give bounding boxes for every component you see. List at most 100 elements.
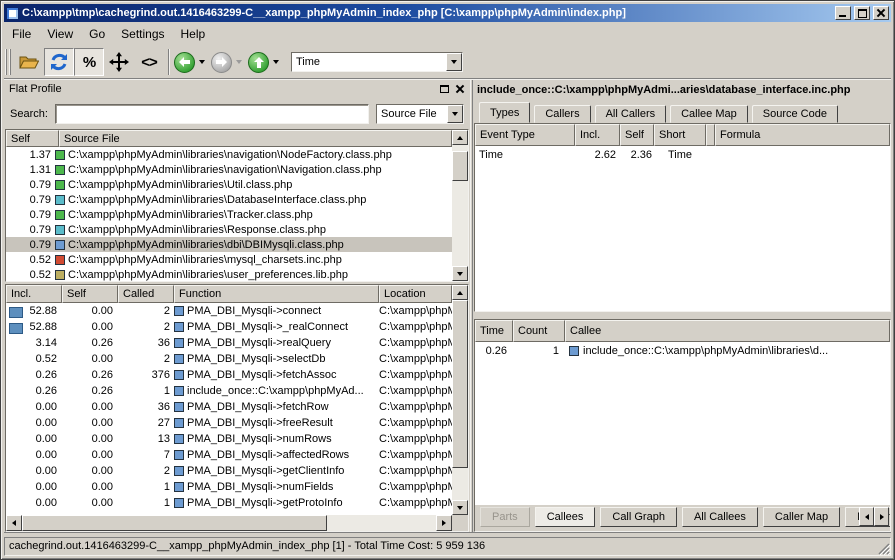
column-header-time[interactable]: Time xyxy=(475,320,513,342)
column-header-self[interactable]: Self xyxy=(62,285,118,303)
table-row[interactable]: 0.00 0.00 13 PMA_DBI_Mysqli->numRows C:\… xyxy=(6,431,452,447)
table-row[interactable]: 0.79 C:\xampp\phpMyAdmin\libraries\Respo… xyxy=(6,222,452,237)
maximize-button[interactable] xyxy=(854,6,870,20)
column-header-location[interactable]: Location xyxy=(379,285,452,303)
scrollbar-thumb[interactable] xyxy=(452,300,468,468)
scroll-right-icon[interactable] xyxy=(436,515,452,531)
table-row[interactable]: 52.88 0.00 2 PMA_DBI_Mysqli->connect C:\… xyxy=(6,303,452,319)
chevron-down-icon xyxy=(452,112,458,116)
table-row[interactable]: 0.00 0.00 27 PMA_DBI_Mysqli->freeResult … xyxy=(6,415,452,431)
table-row[interactable]: 0.79 C:\xampp\phpMyAdmin\libraries\Datab… xyxy=(6,192,452,207)
menu-item[interactable]: View xyxy=(39,24,81,44)
table-row[interactable]: 0.52 C:\xampp\phpMyAdmin\libraries\mysql… xyxy=(6,252,452,267)
menu-item[interactable]: Help xyxy=(173,24,214,44)
bottom-tab[interactable]: All Callees xyxy=(682,507,758,527)
table-row[interactable]: 0.52 C:\xampp\phpMyAdmin\libraries\user_… xyxy=(6,267,452,281)
resize-grip[interactable] xyxy=(876,541,890,555)
bottom-tab[interactable]: Caller Map xyxy=(763,507,840,527)
source-file-icon xyxy=(55,180,65,190)
toolbar-drag-handle[interactable] xyxy=(5,49,11,75)
detail-tabbar: TypesCallers All CallersCallee MapSource … xyxy=(479,102,889,123)
scrollbar-thumb[interactable] xyxy=(452,151,468,181)
location-cell: C:\xampp\phpMy xyxy=(379,481,452,493)
close-panel-icon[interactable] xyxy=(455,84,465,94)
event-type-selector[interactable]: Time xyxy=(291,52,463,72)
detail-tab[interactable]: Callers xyxy=(534,105,590,123)
up-button[interactable] xyxy=(248,52,285,73)
tab-scroll-right-icon[interactable] xyxy=(874,507,889,526)
move-button[interactable] xyxy=(104,48,134,76)
table-row[interactable]: 52.88 0.00 2 PMA_DBI_Mysqli->_realConnec… xyxy=(6,319,452,335)
bottom-tab[interactable]: Parts xyxy=(480,507,530,527)
panel-splitter[interactable] xyxy=(470,80,473,532)
column-header-incl[interactable]: Incl. xyxy=(575,124,620,146)
table-row[interactable]: 0.00 0.00 1 PMA_DBI_Mysqli->getProtoInfo… xyxy=(6,495,452,511)
scroll-down-icon[interactable] xyxy=(452,500,468,515)
column-header-function[interactable]: Function xyxy=(174,285,379,303)
scroll-down-icon[interactable] xyxy=(452,266,468,281)
table-row[interactable]: 0.52 0.00 2 PMA_DBI_Mysqli->selectDb C:\… xyxy=(6,351,452,367)
short-cell: Time xyxy=(654,149,706,161)
scrollbar-thumb[interactable] xyxy=(22,515,327,531)
table-row[interactable]: 0.79 C:\xampp\phpMyAdmin\libraries\Util.… xyxy=(6,177,452,192)
column-header-self[interactable]: Self xyxy=(6,130,59,147)
column-header-count[interactable]: Count xyxy=(513,320,565,342)
table-row[interactable]: 0.26 1 include_once::C:\xampp\phpMyAdmin… xyxy=(475,342,890,360)
close-button[interactable] xyxy=(873,6,889,20)
scroll-up-icon[interactable] xyxy=(452,285,468,300)
column-header-formula[interactable]: Formula xyxy=(715,124,890,146)
table-row[interactable]: Time 2.62 2.36 Time xyxy=(475,146,890,164)
detail-tab[interactable]: Callee Map xyxy=(670,105,748,123)
table-row[interactable]: 0.00 0.00 7 PMA_DBI_Mysqli->affectedRows… xyxy=(6,447,452,463)
detail-tab[interactable]: Types xyxy=(479,102,530,123)
up-dropdown-icon[interactable] xyxy=(273,60,279,64)
self-cost-cell: 1.37 xyxy=(6,149,55,161)
column-header-called[interactable]: Called xyxy=(118,285,174,303)
column-header-incl[interactable]: Incl. xyxy=(6,285,62,303)
table-row[interactable]: 3.14 0.26 36 PMA_DBI_Mysqli->realQuery C… xyxy=(6,335,452,351)
event-type-selector-button[interactable] xyxy=(446,53,462,71)
table-row[interactable]: 0.26 0.26 376 PMA_DBI_Mysqli->fetchAssoc… xyxy=(6,367,452,383)
detail-tab[interactable]: All Callers xyxy=(595,105,667,123)
table-row[interactable]: 1.37 C:\xampp\phpMyAdmin\libraries\navig… xyxy=(6,147,452,162)
table-row[interactable]: 0.00 0.00 1 PMA_DBI_Mysqli->numFields C:… xyxy=(6,479,452,495)
column-header-short[interactable]: Short xyxy=(654,124,706,146)
back-button[interactable] xyxy=(174,52,211,73)
menu-item[interactable]: Settings xyxy=(113,24,172,44)
detail-tab[interactable]: Source Code xyxy=(752,105,838,123)
back-dropdown-icon[interactable] xyxy=(199,60,205,64)
bottom-tab[interactable]: Call Graph xyxy=(600,507,677,527)
column-header-source-file[interactable]: Source File xyxy=(59,130,452,147)
grouping-selector-button[interactable] xyxy=(447,105,463,123)
tab-scroll-left-icon[interactable] xyxy=(859,507,874,526)
scroll-left-icon[interactable] xyxy=(6,515,22,531)
bottom-tab[interactable]: Callees xyxy=(535,507,596,527)
source-table-scrollbar[interactable] xyxy=(452,130,468,281)
table-row[interactable]: 0.79 C:\xampp\phpMyAdmin\libraries\dbi\D… xyxy=(6,237,452,252)
function-table-hscrollbar[interactable] xyxy=(6,515,468,531)
menu-item[interactable]: Go xyxy=(81,24,113,44)
expand-collapse-button[interactable]: <> xyxy=(134,48,164,76)
forward-button[interactable] xyxy=(211,52,248,73)
column-header-callee[interactable]: Callee xyxy=(565,320,890,342)
function-icon xyxy=(174,322,184,332)
table-row[interactable]: 0.00 0.00 2 PMA_DBI_Mysqli->getClientInf… xyxy=(6,463,452,479)
reload-button[interactable] xyxy=(44,48,74,76)
table-row[interactable]: 0.79 C:\xampp\phpMyAdmin\libraries\Track… xyxy=(6,207,452,222)
column-header-self[interactable]: Self xyxy=(620,124,654,146)
search-input[interactable] xyxy=(55,104,369,124)
float-panel-icon[interactable] xyxy=(440,85,449,93)
column-header-event-type[interactable]: Event Type xyxy=(475,124,575,146)
open-file-button[interactable] xyxy=(14,48,44,76)
table-row[interactable]: 1.31 C:\xampp\phpMyAdmin\libraries\navig… xyxy=(6,162,452,177)
function-table-vscrollbar[interactable] xyxy=(452,285,468,515)
function-cell: PMA_DBI_Mysqli->fetchRow xyxy=(187,401,329,413)
relative-percent-button[interactable]: % xyxy=(74,48,104,76)
table-row[interactable]: 0.26 0.26 1 include_once::C:\xampp\phpMy… xyxy=(6,383,452,399)
minimize-button[interactable] xyxy=(835,6,851,20)
menu-item[interactable]: File xyxy=(4,24,39,44)
table-row[interactable]: 0.00 0.00 36 PMA_DBI_Mysqli->fetchRow C:… xyxy=(6,399,452,415)
scroll-up-icon[interactable] xyxy=(452,130,468,145)
grouping-selector[interactable]: Source File xyxy=(376,104,464,124)
source-table-body: 1.37 C:\xampp\phpMyAdmin\libraries\navig… xyxy=(6,147,452,281)
